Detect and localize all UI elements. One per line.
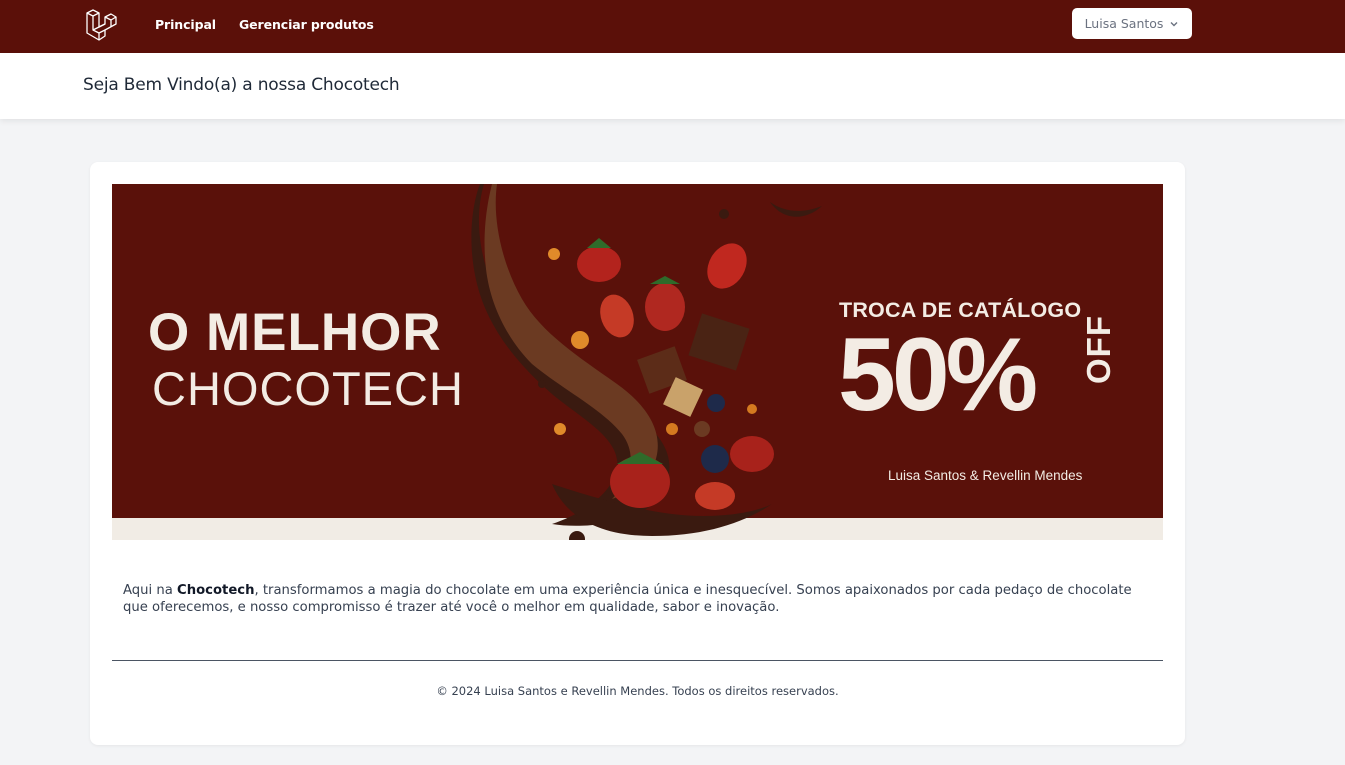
top-navbar: Principal Gerenciar produtos Luisa Santo…: [0, 0, 1345, 53]
banner-promo-value: 50%: [838, 317, 1038, 433]
nav-link-gerenciar-produtos[interactable]: Gerenciar produtos: [239, 17, 374, 32]
content-card: O MELHOR CHOCOTECH TROCA DE CATÁLOGO 50%…: [90, 162, 1185, 745]
promo-banner: O MELHOR CHOCOTECH TROCA DE CATÁLOGO 50%…: [112, 184, 1163, 540]
about-prefix: Aqui na: [123, 583, 178, 598]
footer-copyright: © 2024 Luisa Santos e Revellin Mendes. T…: [436, 684, 839, 698]
about-brand: Chocotech: [177, 583, 255, 598]
page-header: Seja Bem Vindo(a) a nossa Chocotech: [0, 53, 1345, 119]
user-menu-button[interactable]: Luisa Santos: [1072, 8, 1192, 39]
about-paragraph: Aqui na Chocotech, transformamos a magia…: [123, 582, 1143, 616]
banner-promo-off: OFF: [1080, 315, 1117, 384]
chevron-down-icon: [1170, 21, 1178, 26]
banner-headline-1: O MELHOR: [148, 303, 442, 362]
nav-link-principal[interactable]: Principal: [155, 17, 216, 32]
footer-divider: [112, 660, 1163, 661]
user-name: Luisa Santos: [1084, 16, 1164, 31]
banner-credits: Luisa Santos & Revellin Mendes: [888, 468, 1083, 483]
banner-headline-2: CHOCOTECH: [152, 362, 464, 415]
laravel-logo-icon[interactable]: [85, 9, 117, 41]
page-title: Seja Bem Vindo(a) a nossa Chocotech: [83, 75, 400, 95]
about-text: , transformamos a magia do chocolate em …: [123, 583, 1132, 615]
